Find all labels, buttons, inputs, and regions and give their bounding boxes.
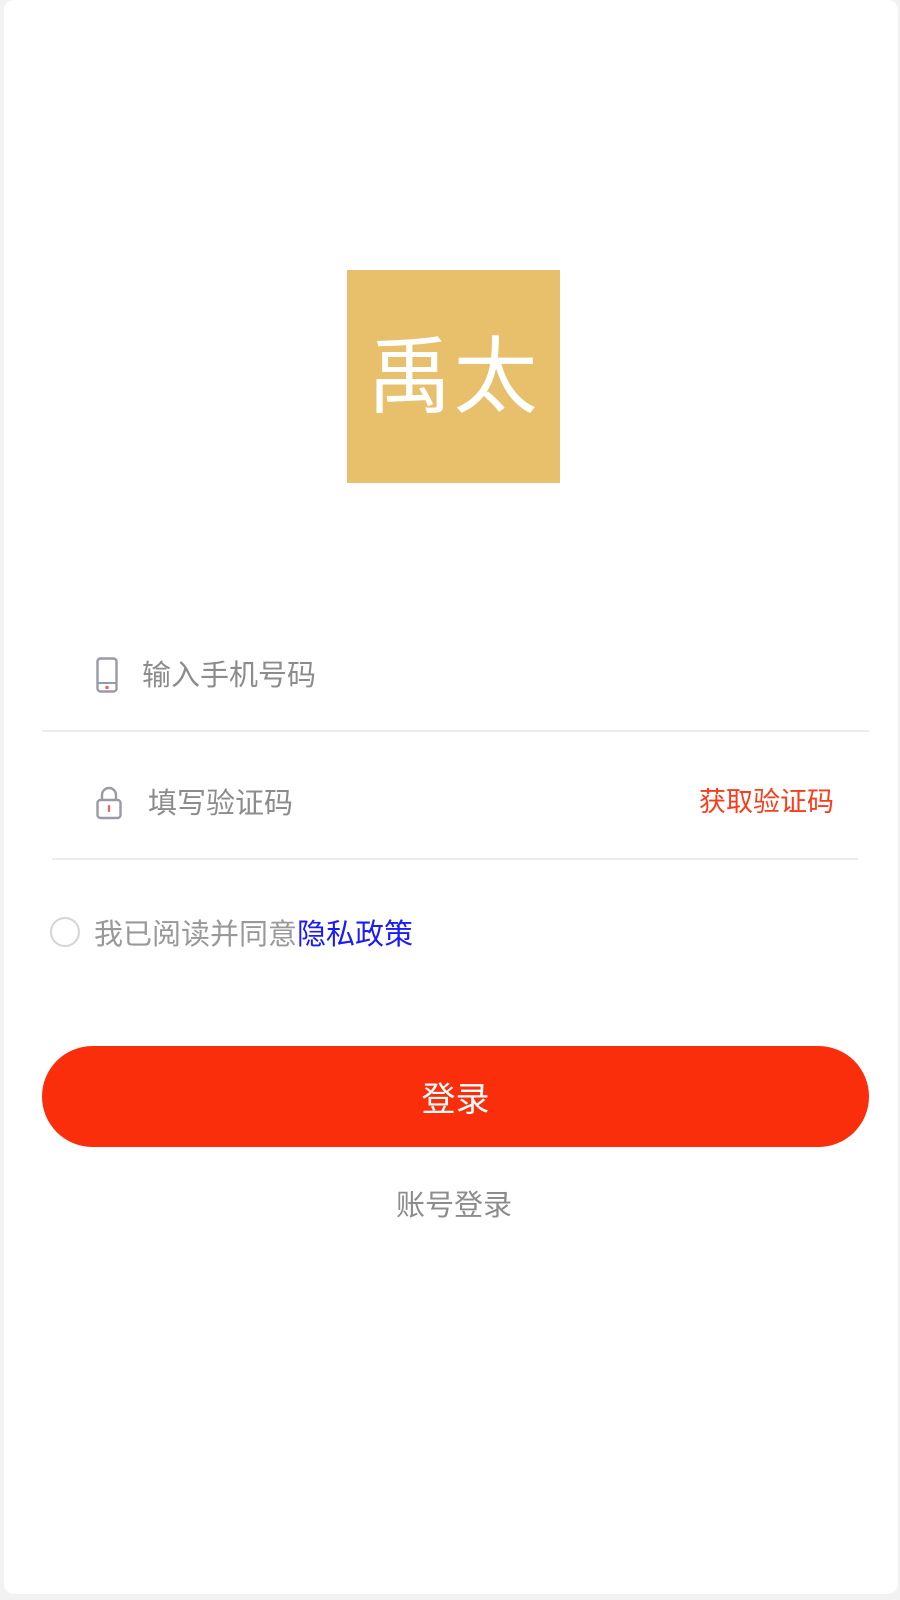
- logo-text: 禹太: [367, 327, 540, 426]
- lock-icon: [94, 783, 124, 823]
- privacy-agreement: 我已阅读并同意 隐私政策: [50, 910, 413, 954]
- get-code-button[interactable]: 获取验证码: [699, 783, 834, 823]
- agreement-text: 我已阅读并同意: [94, 917, 298, 951]
- verification-code-field: 获取验证码: [52, 748, 858, 860]
- login-card: 禹太 获取验证码 我已阅读并同意隐私政策 登录 账号登录: [4, 0, 898, 1594]
- privacy-policy-link[interactable]: 隐私政策: [297, 911, 413, 953]
- app-logo: 禹太: [347, 270, 560, 483]
- login-button[interactable]: 登录: [42, 1046, 869, 1147]
- phone-icon: [92, 655, 122, 695]
- phone-input[interactable]: [142, 650, 742, 700]
- agree-radio[interactable]: [50, 917, 80, 947]
- verification-code-input[interactable]: [148, 778, 628, 828]
- account-login-link[interactable]: 账号登录: [4, 1182, 900, 1224]
- phone-field: [42, 620, 869, 732]
